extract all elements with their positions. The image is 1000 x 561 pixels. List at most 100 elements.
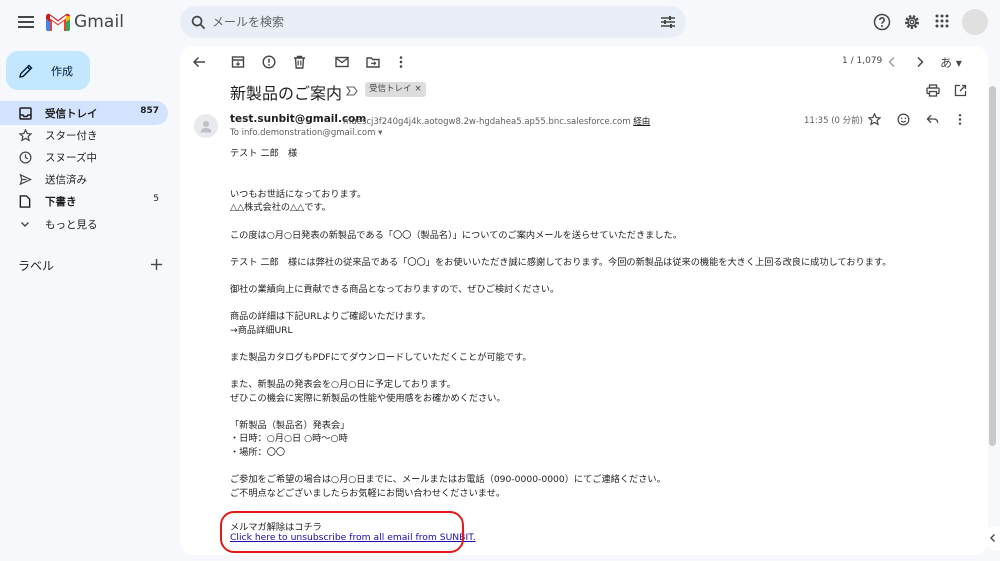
subject-row: 新製品のご案内 受信トレイ × bbox=[180, 78, 988, 106]
emoji-reaction-icon[interactable] bbox=[896, 112, 910, 126]
sidebar-item-label: スター付き bbox=[45, 130, 98, 142]
plus-icon[interactable] bbox=[148, 256, 164, 272]
more-vert-icon[interactable] bbox=[393, 54, 409, 70]
email-body-line: ・日時：○月○日 ○時〜○時 bbox=[230, 433, 348, 445]
email-body-line: △△株式会社の△△です。 bbox=[230, 202, 331, 214]
search-options-icon[interactable] bbox=[660, 14, 676, 30]
email-body-line bbox=[230, 365, 970, 379]
highlight-circle bbox=[220, 511, 464, 553]
brand-name[interactable]: Gmail bbox=[74, 12, 124, 32]
clock-icon bbox=[18, 150, 32, 164]
draft-icon bbox=[18, 194, 32, 208]
search-bar[interactable] bbox=[180, 6, 686, 38]
inbox-label-chip[interactable]: 受信トレイ × bbox=[365, 82, 426, 97]
gmail-logo-icon[interactable] bbox=[46, 11, 70, 33]
sidebar-item-label: もっと見る bbox=[45, 219, 98, 231]
email-body-line: 「新製品（製品名）発表会」 bbox=[230, 419, 350, 431]
sidebar-item-snoozed[interactable]: スヌーズ中 bbox=[0, 145, 168, 169]
sidebar-item-label: 送信済み bbox=[45, 174, 87, 186]
email-body-line: ご参加をご希望の場合は○月○日までに、メールまたはお電話（090-0000-00… bbox=[230, 474, 666, 486]
email-body-line: 御社の業績向上に貢献できる商品となっておりますので、ぜひご検討ください。 bbox=[230, 283, 560, 295]
back-arrow-icon[interactable] bbox=[191, 54, 207, 70]
pencil-icon bbox=[18, 63, 33, 78]
email-timestamp: 11:35 (0 分前) bbox=[804, 116, 863, 126]
apps-icon[interactable] bbox=[934, 13, 950, 29]
sidebar-item-sent[interactable]: 送信済み bbox=[0, 167, 168, 191]
email-body-line bbox=[230, 297, 970, 311]
draft-count: 5 bbox=[153, 194, 159, 204]
email-body-line bbox=[230, 460, 970, 474]
unread-count: 857 bbox=[140, 106, 159, 116]
chevron-right-icon[interactable] bbox=[912, 54, 928, 70]
recipient-text: To info.demonstration@gmail.com bbox=[230, 128, 376, 138]
search-icon[interactable] bbox=[190, 14, 206, 30]
sidebar-item-label: 受信トレイ bbox=[45, 108, 98, 120]
email-body-line: 商品の詳細は下記URLよりご確認いただけます。 bbox=[230, 311, 431, 323]
message-toolbar: 1 / 1,079 あ ▾ bbox=[180, 46, 988, 78]
email-body-line bbox=[230, 174, 970, 188]
settings-icon[interactable] bbox=[902, 12, 922, 32]
email-body-line: テスト 二郎 様 bbox=[230, 148, 298, 159]
message-pane: 1 / 1,079 あ ▾ 新製品のご案内 受信トレイ × test.sunbit… bbox=[180, 46, 988, 555]
trash-icon[interactable] bbox=[291, 54, 307, 70]
email-body-line: ・場所：〇〇 bbox=[230, 447, 286, 459]
scrollbar[interactable] bbox=[989, 86, 996, 446]
star-icon[interactable] bbox=[867, 112, 881, 126]
email-body-line: いつもお世話になっております。 bbox=[230, 188, 367, 200]
more-vert-icon[interactable] bbox=[953, 112, 967, 126]
email-subject: 新製品のご案内 bbox=[230, 84, 343, 103]
report-spam-icon[interactable] bbox=[261, 54, 277, 70]
email-body-line: ご不明点などございましたらお気軽にお問い合わせくださいませ。 bbox=[230, 487, 506, 499]
important-marker-icon[interactable] bbox=[346, 85, 358, 97]
account-avatar[interactable] bbox=[962, 9, 988, 35]
email-body-line bbox=[230, 215, 970, 229]
caret-down-icon[interactable]: ▾ bbox=[378, 128, 382, 138]
input-tools-button[interactable]: あ ▾ bbox=[940, 54, 962, 71]
email-body: テスト 二郎 様 いつもお世話になっております。 △△株式会社の△△です。 この度… bbox=[230, 147, 970, 500]
sidebar-item-label: スヌーズ中 bbox=[45, 152, 97, 164]
inbox-icon bbox=[18, 106, 32, 120]
print-icon[interactable] bbox=[926, 83, 940, 97]
via-link[interactable]: 経由 bbox=[633, 117, 650, 127]
labels-heading: ラベル bbox=[18, 259, 55, 273]
reply-icon[interactable] bbox=[925, 112, 939, 126]
open-in-new-window-icon[interactable] bbox=[953, 83, 967, 97]
sidebar-item-more[interactable]: もっと見る bbox=[0, 212, 168, 236]
via-domain: muescj3f240g4j4k.aotogw8.2w-hgdahea5.ap5… bbox=[343, 117, 631, 127]
sender-avatar[interactable] bbox=[194, 114, 218, 138]
sender-via: muescj3f240g4j4k.aotogw8.2w-hgdahea5.ap5… bbox=[343, 115, 650, 127]
sidebar-item-label: 下書き bbox=[45, 196, 77, 208]
top-bar: Gmail bbox=[0, 0, 1000, 44]
email-body-line: ぜひこの機会に実際に新製品の性能や使用感をお確かめください。 bbox=[230, 392, 506, 404]
help-icon[interactable] bbox=[872, 12, 892, 32]
archive-icon[interactable] bbox=[230, 54, 246, 70]
compose-button[interactable]: 作成 bbox=[6, 51, 90, 90]
chevron-down-icon bbox=[18, 217, 32, 231]
email-body-line bbox=[230, 405, 970, 419]
send-icon bbox=[18, 172, 32, 186]
email-body-line: また製品カタログもPDFにてダウンロードしていただくことが可能です。 bbox=[230, 351, 532, 363]
sidebar-item-inbox[interactable]: 受信トレイ 857 bbox=[0, 101, 168, 125]
email-body-line bbox=[230, 337, 970, 351]
email-body-line: →商品詳細URL bbox=[230, 324, 293, 336]
chevron-left-icon[interactable] bbox=[884, 54, 900, 70]
mark-unread-icon[interactable] bbox=[334, 54, 350, 70]
email-body-line: また、新製品の発表会を○月○日に予定しております。 bbox=[230, 379, 456, 391]
search-input[interactable] bbox=[212, 6, 652, 38]
email-body-line: テスト 二郎 様には弊社の従来品である「〇〇」をお使いいただき誠に感謝しておりま… bbox=[230, 256, 892, 268]
menu-icon[interactable] bbox=[14, 10, 38, 34]
label-chip-text: 受信トレイ bbox=[369, 84, 412, 94]
move-to-icon[interactable] bbox=[365, 54, 381, 70]
compose-label: 作成 bbox=[51, 65, 73, 78]
sidebar-item-drafts[interactable]: 下書き 5 bbox=[0, 189, 168, 213]
email-body-line bbox=[230, 269, 970, 283]
star-icon bbox=[18, 128, 32, 142]
email-body-line bbox=[230, 242, 970, 256]
recipient-line[interactable]: To info.demonstration@gmail.com ▾ bbox=[230, 128, 382, 138]
email-body-line: この度は○月○日発表の新製品である「〇〇（製品名）」についてのご案内メールを送ら… bbox=[230, 229, 682, 241]
remove-label-icon[interactable]: × bbox=[415, 84, 422, 94]
side-panel-toggle[interactable] bbox=[986, 526, 1000, 550]
email-body-line bbox=[230, 161, 970, 175]
pagination-text: 1 / 1,079 bbox=[842, 56, 883, 66]
sidebar-item-starred[interactable]: スター付き bbox=[0, 123, 168, 147]
